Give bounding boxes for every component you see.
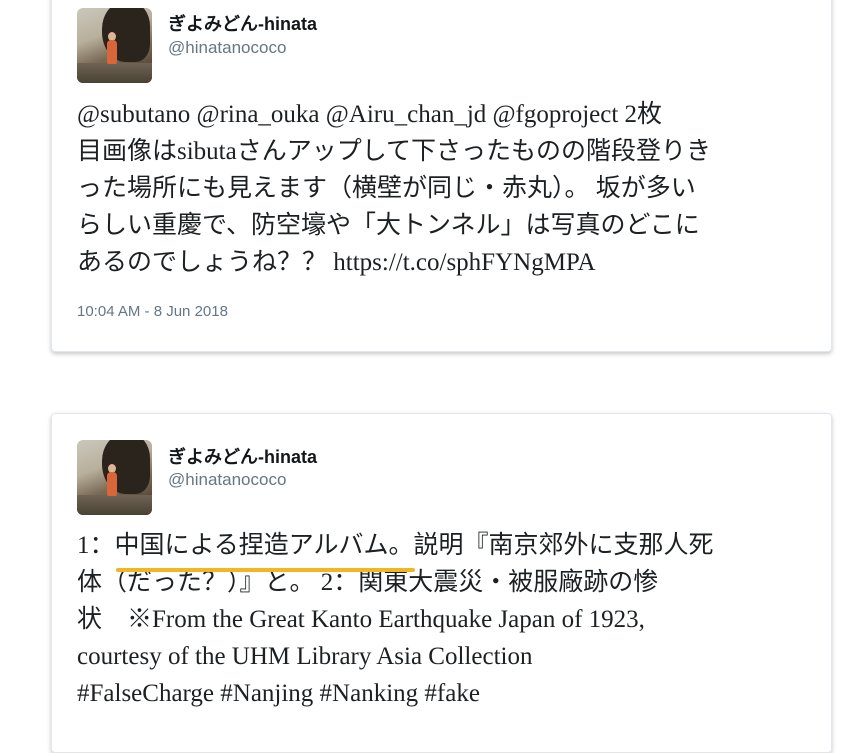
tweet-text-line[interactable]: #FalseCharge #Nanjing #Nanking #fake	[77, 675, 817, 712]
tweet-text-line: 状 ※From the Great Kanto Earthquake Japan…	[77, 606, 645, 633]
avatar[interactable]	[77, 8, 152, 83]
author-handle[interactable]: @hinatanococo	[168, 470, 286, 490]
tweet-text: 1：中国による捏造アルバム。説明『南京郊外に支那人死 体（だった？）』と。 2：…	[77, 527, 817, 712]
tweet-timestamp[interactable]: 10:04 AM - 8 Jun 2018	[77, 303, 228, 320]
tweet-text-line: @subutano @rina_ouka @Airu_chan_jd @fgop…	[77, 101, 663, 128]
author-handle[interactable]: @hinatanococo	[168, 38, 286, 58]
tweet-text: @subutano @rina_ouka @Airu_chan_jd @fgop…	[77, 96, 817, 281]
tweet-text-line: った場所にも見えます（横壁が同じ・赤丸）。 坂が多い	[77, 175, 696, 202]
tweet-card: ぎよみどん-hinata @hinatanococo @subutano @ri…	[51, 0, 832, 352]
tweet-text-line: らしい重慶で、防空壕や「大トンネル」は写真のどこに	[77, 212, 700, 239]
tweet-card: ぎよみどん-hinata @hinatanococo 1：中国による捏造アルバム…	[51, 413, 832, 753]
tweet-text-line: courtesy of the UHM Library Asia Collect…	[77, 643, 533, 670]
highlight-underline	[116, 568, 415, 572]
avatar[interactable]	[77, 440, 152, 515]
author-name[interactable]: ぎよみどん-hinata	[168, 443, 317, 469]
tweet-text-line[interactable]: あるのでしょうね？？ https://t.co/sphFYNgMPA	[77, 244, 817, 281]
tweet-text-line: 目画像はsibutaさんアップして下さったものの階段登りき	[77, 138, 711, 165]
tweet-text-line: 1：中国による捏造アルバム。説明『南京郊外に支那人死	[77, 532, 714, 559]
author-name[interactable]: ぎよみどん-hinata	[168, 10, 317, 36]
